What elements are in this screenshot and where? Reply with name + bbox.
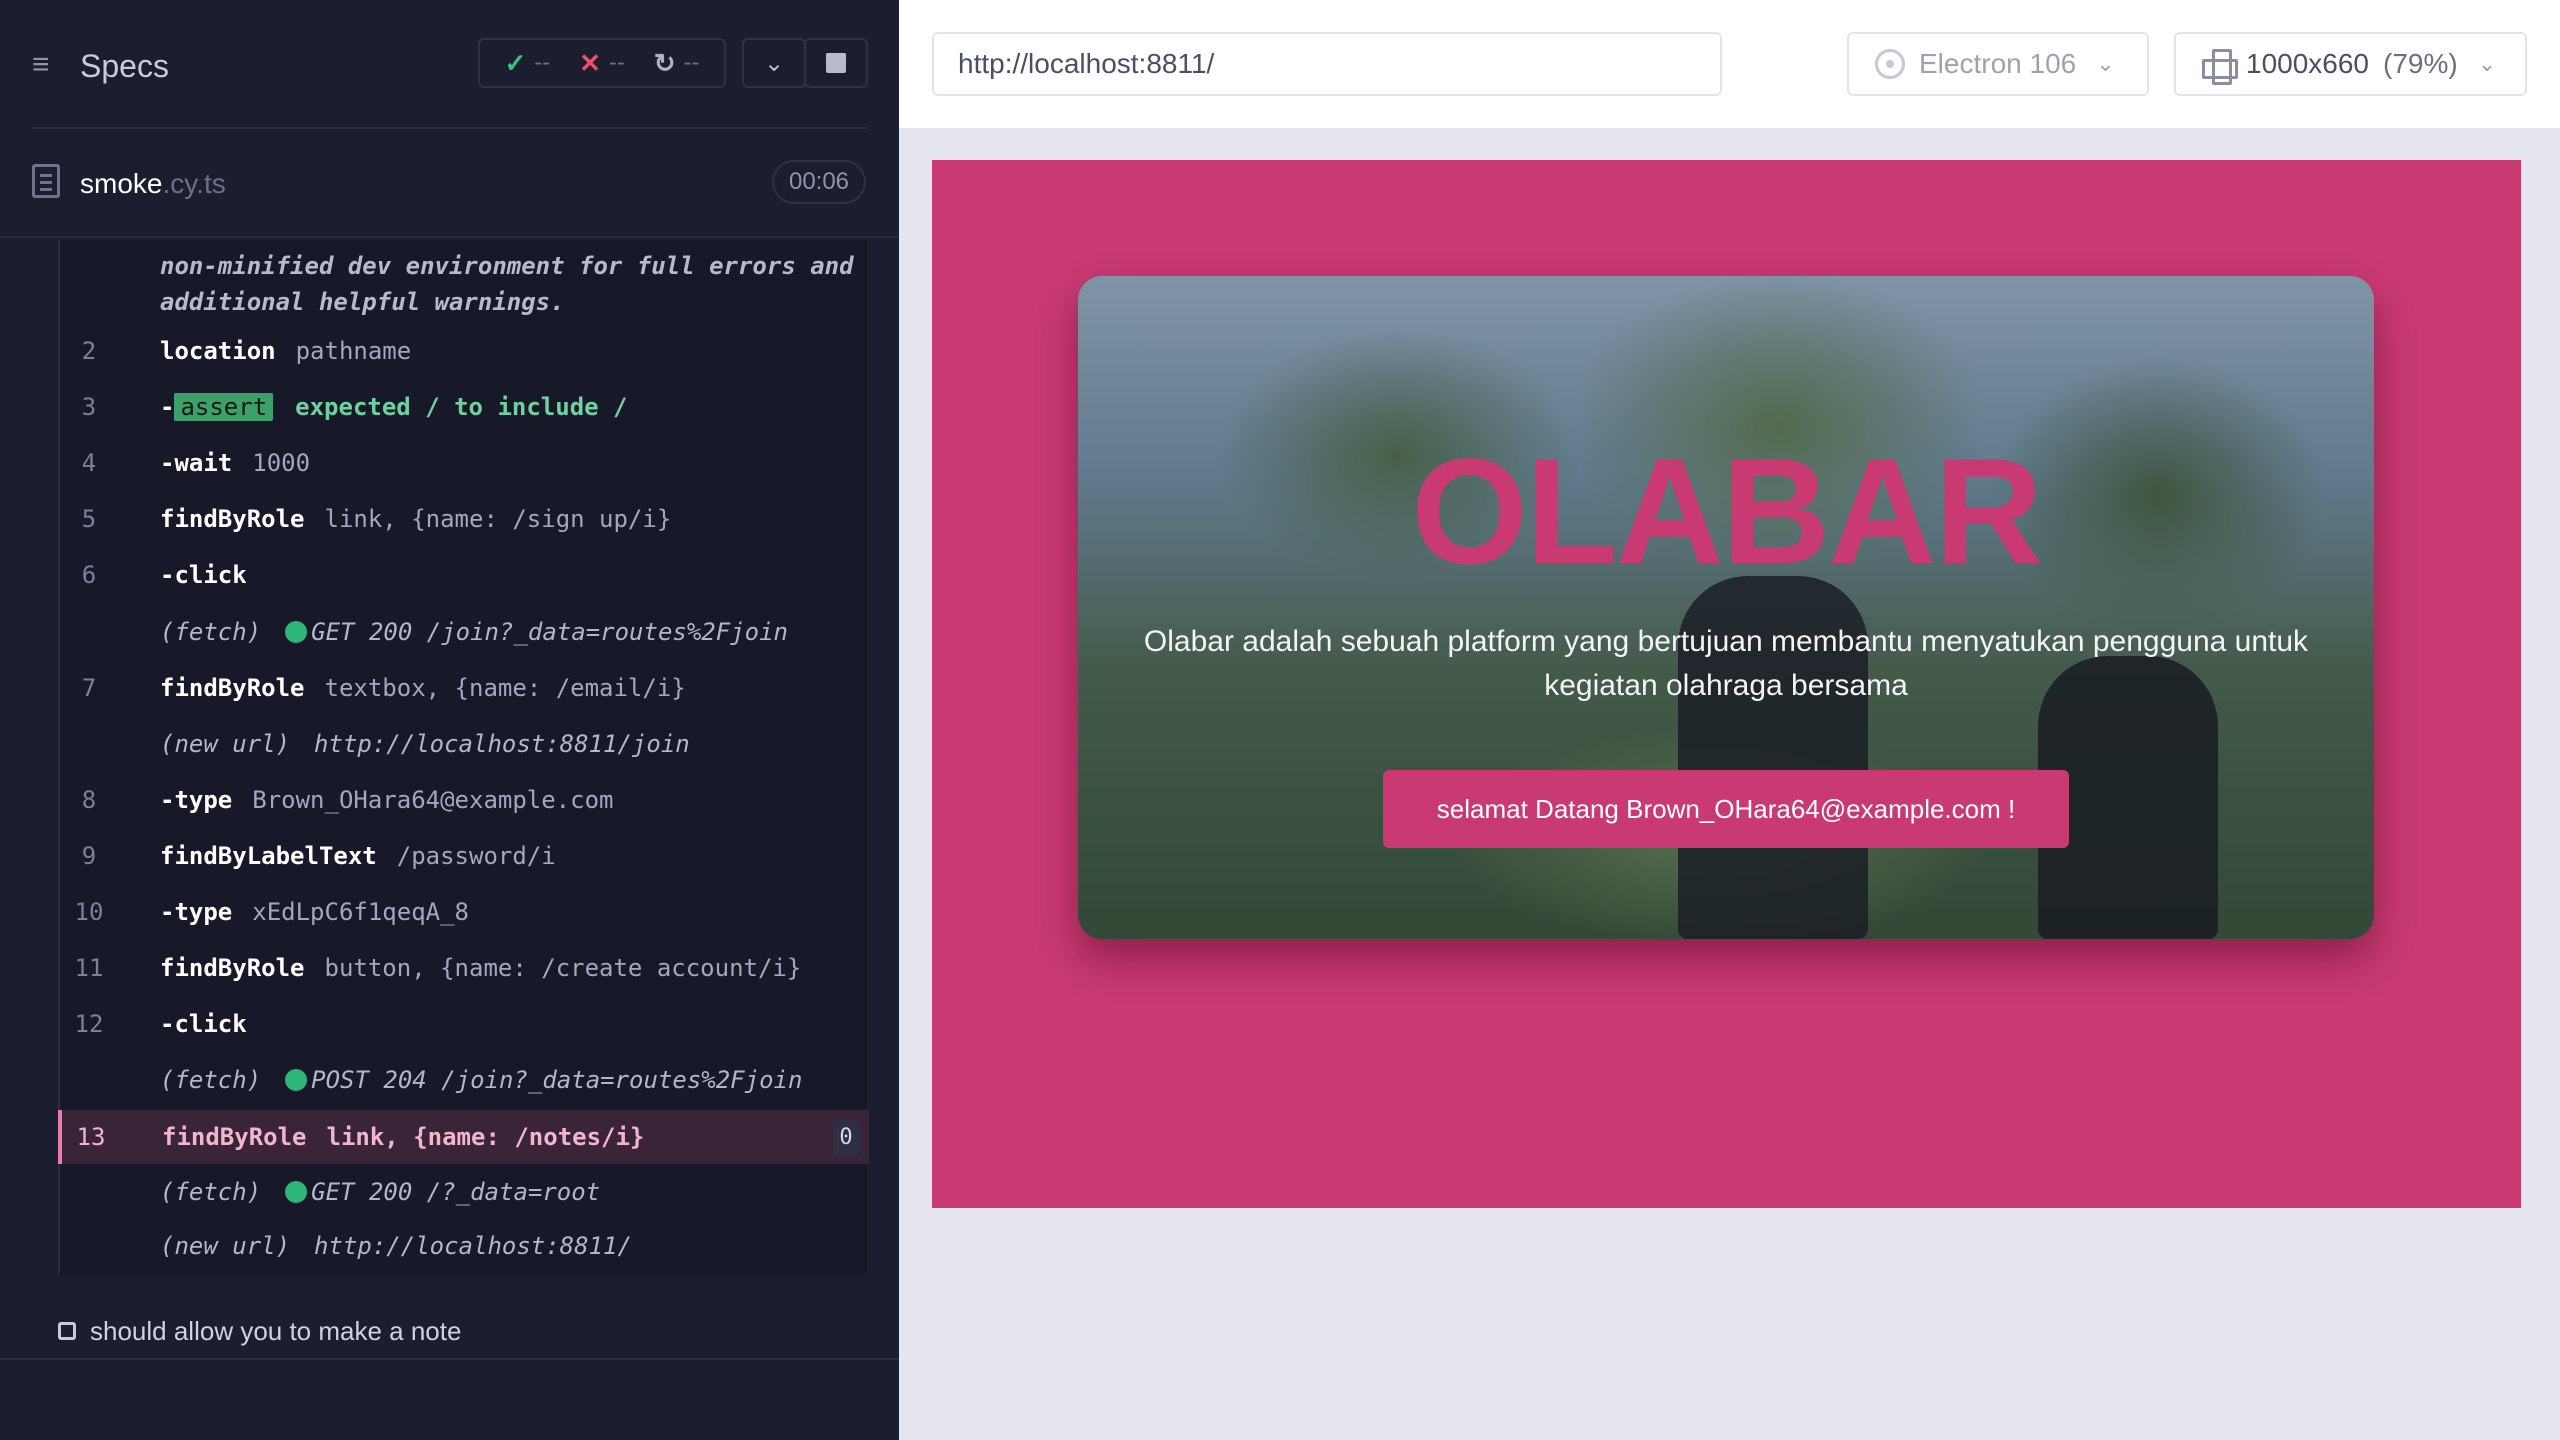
command-number: 13 xyxy=(76,1123,106,1151)
command-name: click xyxy=(174,1010,247,1038)
browser-name: Electron 106 xyxy=(1919,48,2077,79)
command-message: link, {name: /sign up/i} xyxy=(324,505,672,533)
command-log[interactable]: non-minified dev environment for full er… xyxy=(58,240,869,1274)
stop-button[interactable] xyxy=(804,38,868,88)
test-title: should allow you to make a note xyxy=(90,1315,462,1346)
event-message: http://localhost:8811/join xyxy=(314,730,690,758)
command-name: location xyxy=(160,337,276,365)
divider xyxy=(32,127,867,129)
pending-icon: ↻ xyxy=(653,47,676,78)
ruler-icon xyxy=(2202,49,2238,85)
cypress-reporter: ≡ Specs ✓ -- ✕ -- ↻ -- ⌄ smoke.cy.ts 00:… xyxy=(0,0,899,1440)
spec-file-ext: .cy.ts xyxy=(162,168,226,199)
command-message: link, {name: /notes/i} xyxy=(326,1123,645,1151)
command-number: 8 xyxy=(81,786,97,814)
event-message: POST 204 /join?_data=routes%2Fjoin xyxy=(311,1066,803,1094)
event-message: GET 200 /?_data=root xyxy=(311,1178,601,1206)
command-number: 10 xyxy=(74,898,104,926)
status-dot-icon xyxy=(285,621,308,643)
command-number: 3 xyxy=(81,393,97,421)
stat-passed: ✓ -- xyxy=(504,48,550,79)
assert-badge: assert xyxy=(174,393,274,421)
event-message: GET 200 /join?_data=routes%2Fjoin xyxy=(311,618,788,646)
stat-pending-count: -- xyxy=(683,49,700,76)
aut-header: http://localhost:8811/ Electron 106 ⌄ 10… xyxy=(899,0,2560,128)
hero-card: OLABAR Olabar adalah sebuah platform yan… xyxy=(1078,276,2374,939)
hero-description: Olabar adalah sebuah platform yang bertu… xyxy=(1143,625,2309,702)
assert-message: expected / to include / xyxy=(295,393,628,421)
divider xyxy=(0,236,899,238)
status-dot-icon xyxy=(285,1069,308,1091)
event-name: (fetch) xyxy=(160,1066,262,1094)
app-iframe: OLABAR Olabar adalah sebuah platform yan… xyxy=(932,160,2521,1208)
expand-collapse-button[interactable]: ⌄ xyxy=(742,38,806,88)
command-message: pathname xyxy=(295,337,412,365)
command-number: 6 xyxy=(81,561,97,589)
command-name: findByRole xyxy=(160,674,305,702)
chevron-down-icon: ⌄ xyxy=(2477,51,2497,76)
command-message: 1000 xyxy=(252,449,311,477)
event-name: (fetch) xyxy=(160,618,262,646)
error-message: non-minified dev environment for full er… xyxy=(160,252,854,316)
event-name: (fetch) xyxy=(160,1178,262,1206)
command-message: Brown_OHara64@example.com xyxy=(252,786,614,814)
app-under-test-panel: http://localhost:8811/ Electron 106 ⌄ 10… xyxy=(899,0,2560,1440)
hero-title: OLABAR xyxy=(1411,427,2043,595)
spec-file-name: smoke xyxy=(80,168,163,199)
stat-failed: ✕ -- xyxy=(579,48,625,79)
command-number: 12 xyxy=(74,1010,104,1038)
event-name: (new url) xyxy=(160,1232,291,1260)
x-icon: ✕ xyxy=(579,47,601,78)
command-name: findByRole xyxy=(162,1123,307,1151)
reporter-header: ≡ Specs ✓ -- ✕ -- ↻ -- ⌄ xyxy=(0,0,899,130)
command-message: button, {name: /create account/i} xyxy=(324,954,802,982)
divider xyxy=(0,1358,899,1360)
command-name: wait xyxy=(174,449,233,477)
element-count-badge: 0 xyxy=(833,1120,859,1156)
command-message: textbox, {name: /email/i} xyxy=(324,674,686,702)
stat-passed-count: -- xyxy=(534,49,551,76)
specs-list-toggle-icon[interactable]: ≡ xyxy=(32,48,66,82)
command-name: click xyxy=(174,561,247,589)
event-name: (new url) xyxy=(160,730,291,758)
command-row-active[interactable]: 13 findByRole link, {name: /notes/i} 0 xyxy=(58,1110,869,1164)
test-item-next[interactable]: should allow you to make a note xyxy=(58,1314,461,1348)
command-name: findByRole xyxy=(160,505,305,533)
browser-selector[interactable]: Electron 106 ⌄ xyxy=(1847,32,2149,96)
command-message: xEdLpC6f1qeqA_8 xyxy=(252,898,469,926)
viewport-selector[interactable]: 1000x660 (79%) ⌄ xyxy=(2174,32,2527,96)
command-name: findByLabelText xyxy=(160,842,377,870)
url-field[interactable]: http://localhost:8811/ xyxy=(932,32,1722,96)
chevron-down-icon: ⌄ xyxy=(2096,51,2115,76)
command-name: type xyxy=(174,786,233,814)
command-number: 11 xyxy=(74,954,104,982)
viewport-size: 1000x660 xyxy=(2246,48,2370,79)
welcome-link-button[interactable]: selamat Datang Brown_OHara64@example.com… xyxy=(1383,770,2069,848)
command-number: 5 xyxy=(81,505,97,533)
stop-icon xyxy=(826,53,846,73)
command-number: 7 xyxy=(81,674,97,702)
stat-failed-count: -- xyxy=(608,49,625,76)
command-name: type xyxy=(174,898,233,926)
specs-title[interactable]: Specs xyxy=(80,46,169,86)
chevron-down-icon: ⌄ xyxy=(763,49,785,77)
command-number: 2 xyxy=(81,337,97,365)
command-name: findByRole xyxy=(160,954,305,982)
command-number: 9 xyxy=(81,842,97,870)
viewport-scale: (79%) xyxy=(2383,48,2458,79)
status-dot-icon xyxy=(285,1181,308,1203)
electron-icon xyxy=(1875,49,1905,79)
command-number: 4 xyxy=(81,449,97,477)
event-message: http://localhost:8811/ xyxy=(314,1232,632,1260)
check-icon: ✓ xyxy=(504,47,527,78)
command-message: /password/i xyxy=(396,842,556,870)
file-icon xyxy=(32,164,60,198)
test-status-icon xyxy=(58,1322,76,1340)
spec-name[interactable]: smoke.cy.ts xyxy=(80,166,226,202)
spec-duration: 00:06 xyxy=(772,160,866,204)
stat-pending: ↻ -- xyxy=(654,48,700,79)
test-stats: ✓ -- ✕ -- ↻ -- xyxy=(478,38,726,88)
